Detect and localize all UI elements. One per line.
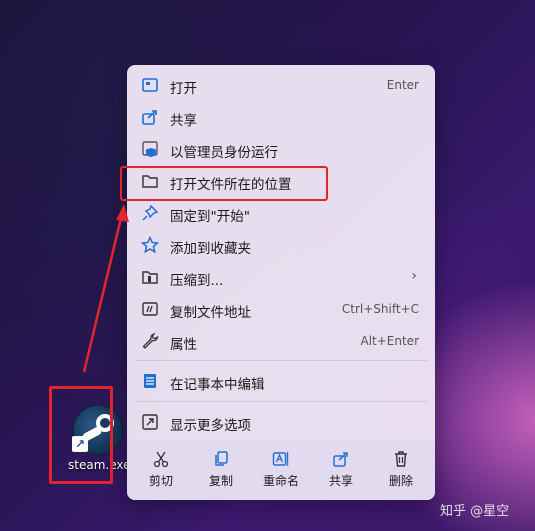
- menu-item-shortcut: Enter: [386, 78, 419, 92]
- menu-item-shortcut: Ctrl+Shift+C: [341, 302, 419, 316]
- menu-separator: [135, 360, 427, 361]
- menu-item-open[interactable]: 打开 Enter: [127, 69, 435, 101]
- wrench-icon: [142, 332, 159, 349]
- menu-item-label: 共享: [170, 113, 197, 129]
- menu-item-label: 打开: [170, 81, 197, 97]
- path-icon: [142, 302, 158, 316]
- action-label: 删除: [388, 474, 413, 488]
- pin-icon: [142, 204, 159, 221]
- share-button[interactable]: 共享: [315, 446, 367, 494]
- annotation-box-menu-item: [120, 166, 328, 201]
- menu-item-copy-path[interactable]: 复制文件地址 Ctrl+Shift+C: [127, 293, 435, 325]
- context-menu: 打开 Enter 共享 以管理员身份运行 打开文件所在的位置 固定到"开始" 添…: [127, 65, 435, 500]
- more-options-icon: [142, 414, 158, 430]
- menu-item-pin-to-start[interactable]: 固定到"开始": [127, 197, 435, 229]
- action-label: 重命名: [262, 474, 299, 488]
- menu-item-label: 在记事本中编辑: [170, 377, 265, 393]
- copy-icon: [215, 451, 228, 466]
- menu-item-run-as-admin[interactable]: 以管理员身份运行: [127, 133, 435, 165]
- menu-item-label: 固定到"开始": [170, 209, 250, 225]
- cut-button[interactable]: 剪切: [135, 446, 187, 494]
- menu-item-shortcut: Alt+Enter: [360, 334, 419, 348]
- quick-action-bar: 剪切 复制 重命名 共享 删除: [127, 440, 435, 500]
- open-icon: [142, 78, 158, 92]
- menu-item-add-to-favorites[interactable]: 添加到收藏夹: [127, 229, 435, 261]
- annotation-box-icon: [49, 386, 113, 484]
- menu-item-label: 以管理员身份运行: [170, 145, 278, 161]
- archive-folder-icon: [142, 271, 158, 284]
- menu-separator: [135, 401, 427, 402]
- star-icon: [141, 236, 159, 254]
- rename-button[interactable]: 重命名: [255, 446, 307, 494]
- menu-item-label: 添加到收藏夹: [170, 241, 251, 257]
- menu-item-label: 压缩到...: [170, 273, 224, 289]
- share-icon: [142, 110, 157, 125]
- chevron-right-icon: ›: [411, 268, 417, 284]
- share-icon: [333, 452, 348, 467]
- action-label: 共享: [328, 474, 353, 488]
- menu-item-share[interactable]: 共享: [127, 101, 435, 133]
- menu-item-label: 显示更多选项: [170, 418, 251, 434]
- menu-item-label: 属性: [170, 337, 197, 353]
- watermark-text: 知乎 @星空: [440, 504, 510, 519]
- menu-item-properties[interactable]: 属性 Alt+Enter: [127, 325, 435, 357]
- notepad-icon: [144, 374, 156, 388]
- copy-button[interactable]: 复制: [195, 446, 247, 494]
- menu-item-edit-in-notepad[interactable]: 在记事本中编辑: [127, 365, 435, 397]
- scissors-icon: [153, 451, 169, 468]
- shield-icon: [142, 141, 158, 157]
- rename-icon: [272, 452, 289, 466]
- delete-button[interactable]: 删除: [375, 446, 427, 494]
- action-label: 复制: [208, 474, 233, 488]
- menu-item-show-more-options[interactable]: 显示更多选项: [127, 406, 435, 438]
- menu-item-label: 复制文件地址: [170, 305, 251, 321]
- trash-icon: [395, 451, 407, 467]
- action-label: 剪切: [148, 474, 173, 488]
- menu-item-compress-to[interactable]: 压缩到... ›: [127, 261, 435, 293]
